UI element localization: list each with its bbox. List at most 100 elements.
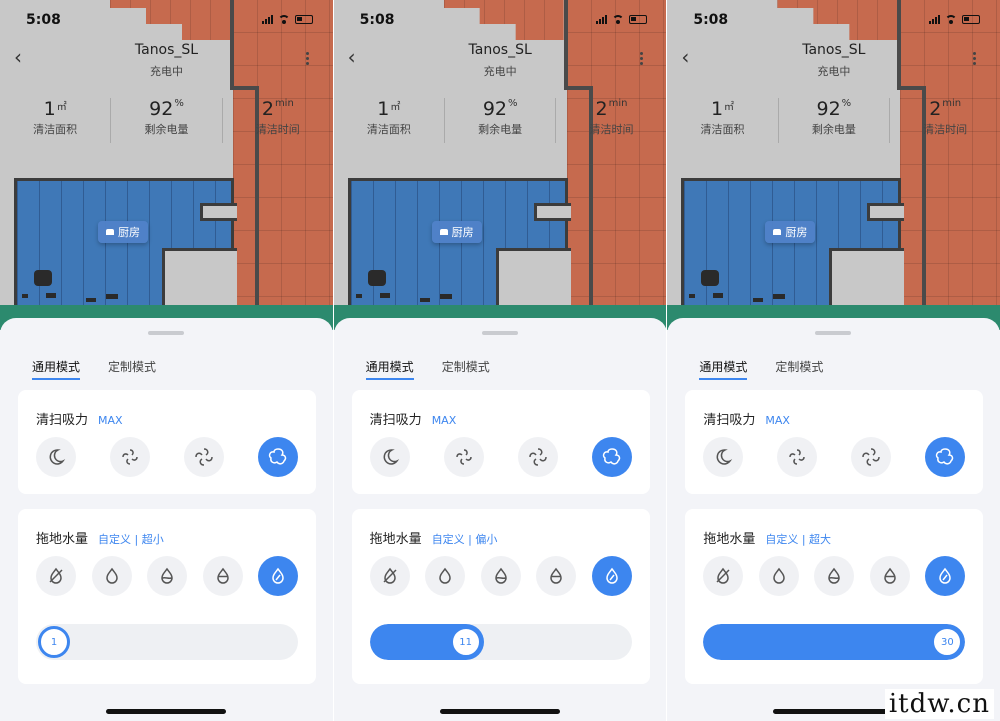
slider-handle[interactable]: 1 xyxy=(38,626,70,658)
suction-card: 清扫吸力 MAX xyxy=(685,390,984,494)
map-wall xyxy=(897,86,926,90)
suction-quiet-button[interactable] xyxy=(369,437,410,477)
stat-unit: % xyxy=(508,98,518,109)
swirl-strong-icon xyxy=(862,448,881,466)
water-value: 自定义 | 偏小 xyxy=(431,533,498,546)
water-high-button[interactable] xyxy=(536,556,577,596)
water-label: 拖地水量 xyxy=(703,532,756,547)
drop-custom-icon xyxy=(939,567,952,584)
water-off-button[interactable] xyxy=(36,556,76,596)
water-level-slider[interactable]: 11 xyxy=(369,624,632,660)
water-off-button[interactable] xyxy=(703,556,744,596)
turbo-icon xyxy=(602,448,620,465)
water-label: 拖地水量 xyxy=(36,532,89,547)
sheet-drag-handle[interactable] xyxy=(815,331,852,335)
system-icons xyxy=(262,15,313,24)
stat-unit: ㎡ xyxy=(390,102,401,113)
more-menu-icon[interactable] xyxy=(639,52,643,65)
room-label-chip[interactable]: 厨房 xyxy=(98,221,148,243)
stat-value: 2 xyxy=(595,98,608,120)
suction-quiet-button[interactable] xyxy=(36,437,76,477)
wifi-icon xyxy=(945,15,958,24)
water-medium-button[interactable] xyxy=(814,556,855,596)
stat-time: 2min 清洁时间 xyxy=(889,98,1000,143)
stat-battery: 92% 剩余电量 xyxy=(444,98,555,143)
suction-standard-button[interactable] xyxy=(443,437,484,477)
drop-icon xyxy=(105,567,118,584)
tab-custom-mode[interactable]: 定制模式 xyxy=(442,358,490,380)
map-obstacle xyxy=(367,270,386,286)
water-level-slider[interactable]: 30 xyxy=(703,624,966,660)
suction-standard-button[interactable] xyxy=(110,437,150,477)
water-custom-button[interactable] xyxy=(258,556,298,596)
water-level-slider[interactable]: 1 xyxy=(36,624,298,660)
suction-max-button[interactable] xyxy=(591,437,632,477)
tab-custom-mode[interactable]: 定制模式 xyxy=(108,358,156,380)
suction-strong-button[interactable] xyxy=(851,437,892,477)
stat-label: 剩余电量 xyxy=(144,123,189,136)
water-value: 自定义 | 超大 xyxy=(765,533,832,546)
sheet-drag-handle[interactable] xyxy=(481,331,518,335)
home-indicator xyxy=(106,709,226,714)
more-menu-icon[interactable] xyxy=(306,52,309,65)
suction-value: MAX xyxy=(98,414,123,427)
app-screen-3: 厨房 5:08 ‹ Tanos_SL 充电中 1㎡ 清洁面积 92% 剩余电量 … xyxy=(667,0,1000,721)
water-card: 拖地水量 自定义 | 超大 30 xyxy=(685,509,984,684)
tab-general-mode[interactable]: 通用模式 xyxy=(699,358,748,380)
suction-label: 清扫吸力 xyxy=(703,413,756,428)
mode-tabs: 通用模式 定制模式 xyxy=(699,358,823,380)
suction-card: 清扫吸力 MAX xyxy=(351,390,650,494)
sheet-drag-handle[interactable] xyxy=(148,331,184,335)
map-obstacle xyxy=(419,298,430,302)
settings-sheet: 通用模式 定制模式 清扫吸力 MAX xyxy=(667,318,1000,721)
stat-value: 92 xyxy=(816,98,841,120)
status-time: 5:08 xyxy=(359,12,395,28)
stat-value: 1 xyxy=(43,98,56,120)
map-obstacle xyxy=(773,294,786,299)
room-label-chip[interactable]: 厨房 xyxy=(765,221,816,243)
drop-icon xyxy=(439,567,451,584)
status-time: 5:08 xyxy=(26,12,61,28)
suction-label: 清扫吸力 xyxy=(369,413,422,428)
water-low-button[interactable] xyxy=(91,556,132,596)
turbo-icon xyxy=(268,448,287,465)
tab-general-mode[interactable]: 通用模式 xyxy=(32,358,81,380)
mode-tabs: 通用模式 定制模式 xyxy=(32,358,156,380)
water-medium-button[interactable] xyxy=(147,556,187,596)
water-low-button[interactable] xyxy=(425,556,466,596)
slider-handle[interactable]: 11 xyxy=(449,626,482,658)
room-label-chip[interactable]: 厨房 xyxy=(431,221,482,243)
water-value: 自定义 | 超小 xyxy=(98,533,164,546)
more-menu-icon[interactable] xyxy=(973,52,977,65)
slider-value: 30 xyxy=(940,636,954,648)
suction-standard-button[interactable] xyxy=(777,437,818,477)
map-obstacle xyxy=(46,293,56,298)
water-custom-button[interactable] xyxy=(591,556,632,596)
room-label: 厨房 xyxy=(118,226,140,239)
suction-quiet-button[interactable] xyxy=(703,437,744,477)
map-obstacle xyxy=(355,294,362,298)
water-high-button[interactable] xyxy=(869,556,910,596)
water-medium-button[interactable] xyxy=(480,556,521,596)
map-wall-notch xyxy=(533,203,571,221)
stats-row: 1㎡ 清洁面积 92% 剩余电量 2min 清洁时间 xyxy=(667,98,1000,143)
water-high-button[interactable] xyxy=(202,556,243,596)
suction-label: 清扫吸力 xyxy=(36,413,89,428)
water-custom-button[interactable] xyxy=(925,556,966,596)
tab-custom-mode[interactable]: 定制模式 xyxy=(775,358,823,380)
device-title: Tanos_SL xyxy=(468,42,532,58)
suction-strong-button[interactable] xyxy=(184,437,224,477)
suction-strong-button[interactable] xyxy=(517,437,558,477)
water-off-button[interactable] xyxy=(369,556,410,596)
suction-max-button[interactable] xyxy=(925,437,966,477)
water-low-button[interactable] xyxy=(758,556,799,596)
stats-row: 1㎡ 清洁面积 92% 剩余电量 2min 清洁时间 xyxy=(0,98,333,143)
room-icon xyxy=(106,229,114,235)
signal-icon xyxy=(262,15,273,24)
tab-general-mode[interactable]: 通用模式 xyxy=(365,358,414,380)
stat-value: 2 xyxy=(929,98,942,120)
stats-row: 1㎡ 清洁面积 92% 剩余电量 2min 清洁时间 xyxy=(334,98,667,143)
map-obstacle xyxy=(689,294,696,298)
suction-max-button[interactable] xyxy=(258,437,298,477)
swirl-icon xyxy=(789,449,806,465)
